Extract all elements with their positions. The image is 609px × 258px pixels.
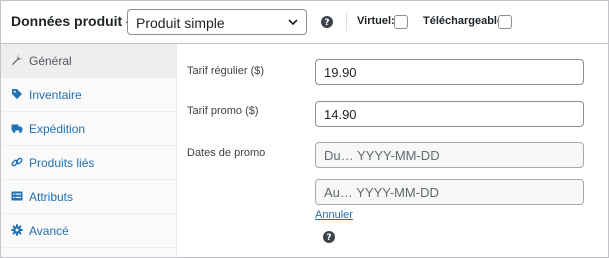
tab-shipping[interactable]: Expédition	[1, 112, 176, 146]
product-data-tabs: Général Inventaire Expédition Produits l…	[1, 44, 177, 257]
sale-date-from-input[interactable]: Du… YYYY-MM-DD	[315, 142, 584, 168]
virtual-checkbox[interactable]	[394, 15, 408, 29]
tab-advanced-label: Avancé	[29, 224, 69, 238]
sale-price-input[interactable]: 14.90	[315, 101, 584, 127]
product-type-select[interactable]: Produit simple	[127, 9, 307, 35]
virtual-label: Virtuel:	[357, 15, 395, 27]
regular-price-input[interactable]: 19.90	[315, 59, 584, 85]
tab-linked-products[interactable]: Produits liés	[1, 146, 176, 180]
product-data-panel: Données produit — Produit simple ? Virtu…	[0, 0, 609, 258]
tab-attributes-label: Attributs	[29, 190, 74, 204]
sale-date-to-input[interactable]: Au… YYYY-MM-DD	[315, 179, 584, 205]
chevron-down-icon	[288, 19, 298, 26]
downloadable-label: Téléchargeable:	[423, 15, 507, 27]
wrench-icon	[12, 54, 23, 65]
tab-shipping-label: Expédition	[29, 122, 86, 136]
sale-date-from-placeholder: Du… YYYY-MM-DD	[324, 148, 440, 163]
help-icon[interactable]: ?	[323, 231, 335, 243]
tab-general[interactable]: Général	[1, 44, 176, 78]
cancel-schedule-link[interactable]: Annuler	[315, 209, 353, 221]
gear-icon	[11, 224, 23, 236]
regular-price-label: Tarif régulier ($)	[187, 65, 265, 77]
downloadable-checkbox[interactable]	[498, 15, 512, 29]
tab-inventory-label: Inventaire	[29, 88, 82, 102]
tab-advanced[interactable]: Avancé	[1, 214, 176, 248]
product-type-value: Produit simple	[136, 15, 225, 31]
regular-price-value: 19.90	[324, 65, 357, 80]
help-icon[interactable]: ?	[321, 16, 333, 28]
tab-attributes[interactable]: Attributs	[1, 180, 176, 214]
svg-text:?: ?	[324, 18, 329, 28]
panel-title: Données produit —	[11, 13, 141, 29]
truck-icon	[11, 124, 23, 133]
sale-date-to-placeholder: Au… YYYY-MM-DD	[324, 185, 439, 200]
sale-price-value: 14.90	[324, 107, 357, 122]
sale-dates-label: Dates de promo	[187, 147, 266, 159]
tab-inventory[interactable]: Inventaire	[1, 78, 176, 112]
list-icon	[11, 191, 23, 201]
sale-price-label: Tarif promo ($)	[187, 105, 259, 117]
svg-text:?: ?	[326, 233, 331, 243]
header-divider	[346, 13, 347, 31]
tab-general-label: Général	[29, 54, 72, 68]
panel-header: Données produit — Produit simple ? Virtu…	[1, 1, 608, 44]
tab-linked-products-label: Produits liés	[29, 156, 95, 170]
link-icon	[11, 157, 23, 167]
tag-icon	[12, 89, 22, 99]
